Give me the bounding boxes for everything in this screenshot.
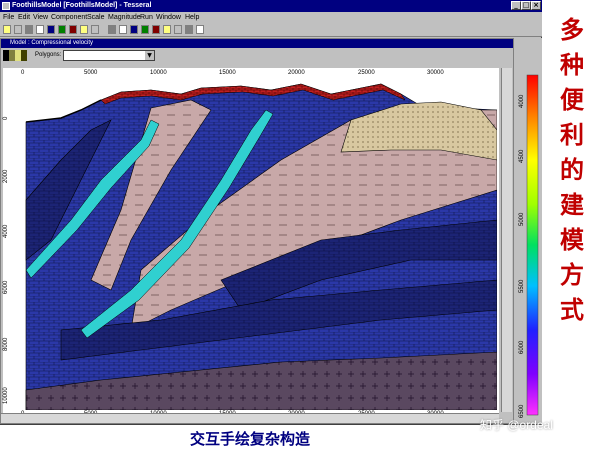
- app-icon[interactable]: [2, 2, 10, 10]
- colorbar-tick: 4000: [519, 94, 525, 108]
- colorbar-tick: 5000: [519, 212, 525, 226]
- polygons-label: Polygons:: [35, 52, 62, 58]
- side-title-char: 种: [560, 50, 584, 79]
- menu-help[interactable]: Help: [185, 13, 199, 22]
- side-title: 多 种 便 利 的 建 模 方 式: [552, 12, 592, 327]
- menu-bar: File Edit View Component Scale Magnitude…: [0, 12, 542, 23]
- geologic-cross-section[interactable]: [21, 80, 497, 410]
- open-icon[interactable]: [14, 25, 22, 34]
- select-icon[interactable]: [141, 25, 149, 34]
- model-window: Model : Compressional velocity Polygons:…: [0, 38, 514, 424]
- minimize-button[interactable]: _: [511, 1, 521, 10]
- app-window: FoothillsModel [FoothillsModel] - Tesser…: [0, 0, 542, 425]
- side-title-char: 建: [560, 190, 584, 219]
- help-icon[interactable]: [196, 25, 204, 34]
- undo-icon[interactable]: [80, 25, 88, 34]
- paste-icon[interactable]: [69, 25, 77, 34]
- side-title-char: 便: [560, 85, 584, 114]
- zoom-out-icon[interactable]: [119, 25, 127, 34]
- title-bar: FoothillsModel [FoothillsModel] - Tesser…: [0, 0, 542, 12]
- toolbar: [0, 23, 542, 37]
- y-tick: 0: [3, 116, 9, 120]
- pen-icon[interactable]: [152, 25, 160, 34]
- side-title-char: 的: [560, 155, 584, 184]
- model-subtitle: Model : Compressional velocity: [10, 40, 94, 46]
- side-title-char: 多: [560, 15, 584, 44]
- copy-icon[interactable]: [47, 25, 55, 34]
- y-tick: 4000: [3, 224, 9, 238]
- menu-file[interactable]: File: [3, 13, 14, 22]
- menu-run[interactable]: Run: [140, 13, 153, 22]
- colorbar-tick: 4500: [519, 149, 525, 163]
- polygons-toolbar: Polygons: ▼: [1, 49, 513, 64]
- watermark: 知乎 @ordeal: [480, 418, 553, 432]
- redo-icon[interactable]: [91, 25, 99, 34]
- pointer-icon[interactable]: [130, 25, 138, 34]
- save-icon[interactable]: [25, 25, 33, 34]
- model-canvas[interactable]: 0 5000 10000 15000 20000 25000 30000 0 5…: [3, 68, 499, 423]
- menu-magnitude[interactable]: Magnitude: [108, 13, 141, 22]
- palette-icon[interactable]: [3, 50, 33, 62]
- x-tick-top: 10000: [150, 70, 167, 76]
- side-title-char: 方: [560, 260, 584, 289]
- x-tick-top: 5000: [84, 70, 98, 76]
- model-subtitle-bar: Model : Compressional velocity: [1, 39, 513, 48]
- zoom-in-icon[interactable]: [108, 25, 116, 34]
- horizontal-scrollbar[interactable]: [1, 413, 499, 423]
- close-button[interactable]: ×: [531, 1, 541, 10]
- caption: 交互手绘复杂构造: [189, 430, 310, 448]
- chevron-down-icon[interactable]: ▼: [145, 51, 154, 60]
- side-title-char: 模: [560, 225, 584, 254]
- menu-scale[interactable]: Scale: [87, 13, 105, 22]
- vertical-scrollbar[interactable]: [501, 68, 512, 412]
- print-icon[interactable]: [36, 25, 44, 34]
- cut-icon[interactable]: [58, 25, 66, 34]
- y-tick: 2000: [3, 169, 9, 183]
- velocity-colorbar: 4000 4500 5000 5500 6000 6500: [515, 38, 542, 424]
- node-icon[interactable]: [163, 25, 171, 34]
- menu-window[interactable]: Window: [156, 13, 181, 22]
- x-tick-top: 25000: [358, 70, 375, 76]
- side-title-char: 利: [560, 120, 584, 149]
- x-tick-top: 0: [21, 70, 25, 76]
- colorbar-tick: 6000: [519, 340, 525, 354]
- menu-edit[interactable]: Edit: [18, 13, 30, 22]
- cut-tool-icon[interactable]: [174, 25, 182, 34]
- menu-component[interactable]: Component: [51, 13, 87, 22]
- y-tick: 6000: [3, 280, 9, 294]
- new-icon[interactable]: [3, 25, 11, 34]
- maximize-button[interactable]: □: [521, 1, 531, 10]
- x-tick-top: 30000: [427, 70, 444, 76]
- x-tick-top: 20000: [288, 70, 305, 76]
- window-title: FoothillsModel [FoothillsModel] - Tesser…: [12, 2, 152, 9]
- menu-view[interactable]: View: [33, 13, 48, 22]
- y-tick: 8000: [3, 337, 9, 351]
- polygons-select[interactable]: ▼: [63, 50, 155, 61]
- colorbar-tick: 5500: [519, 279, 525, 293]
- side-title-char: 式: [560, 295, 584, 324]
- delete-icon[interactable]: [185, 25, 193, 34]
- x-tick-top: 15000: [219, 70, 236, 76]
- y-tick: 10000: [3, 387, 9, 404]
